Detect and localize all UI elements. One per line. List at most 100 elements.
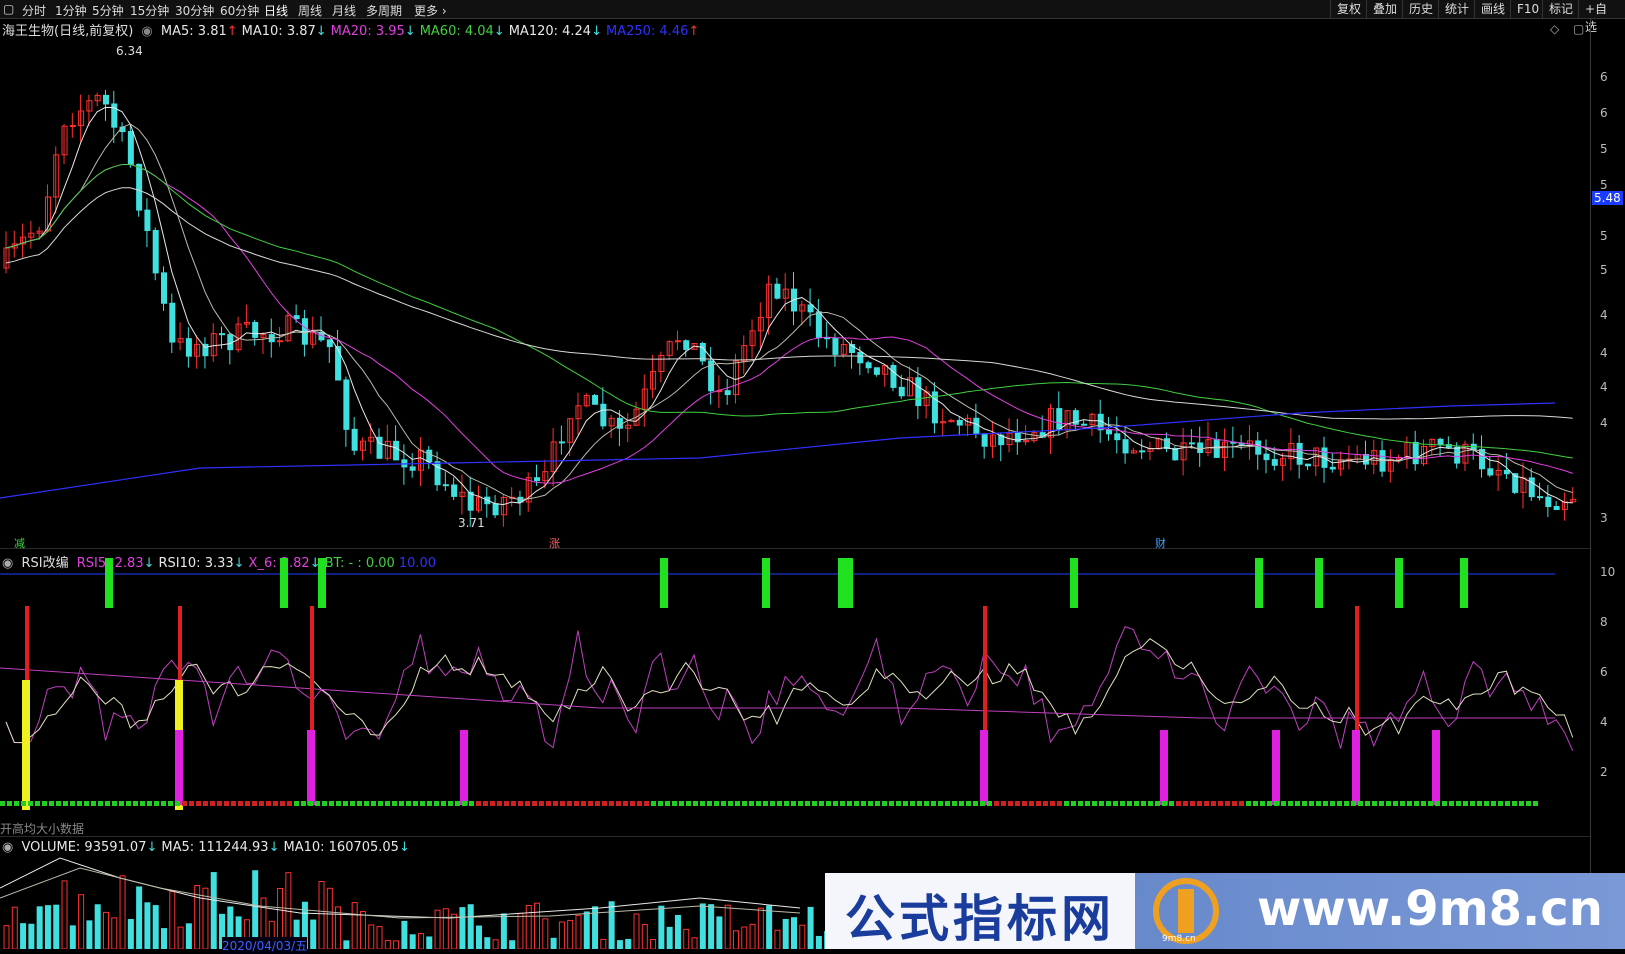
toolbar-menu-icon[interactable]: ▢: [3, 2, 14, 16]
volume-bar: [351, 902, 358, 949]
stats-button[interactable]: 统计: [1438, 0, 1475, 18]
fuquan-button[interactable]: 复权: [1330, 0, 1367, 18]
rsi-status-dot: [1512, 801, 1517, 806]
volume-bar: [343, 940, 350, 949]
rsi-status-dot: [1050, 801, 1055, 806]
rsi-status-dot: [826, 801, 831, 806]
volume-bar: [641, 924, 648, 949]
rsi-status-dot: [483, 801, 488, 806]
rsi-status-dot: [644, 801, 649, 806]
volume-bar: [575, 914, 582, 949]
volume-bar: [384, 939, 391, 949]
rsi-status-dot: [707, 801, 712, 806]
tab-fenshi[interactable]: 分时: [22, 2, 46, 19]
tab-30min[interactable]: 30分钟: [175, 2, 214, 19]
rsi-status-dot: [189, 801, 194, 806]
rsi-status-dot: [1099, 801, 1104, 806]
history-button[interactable]: 历史: [1402, 0, 1439, 18]
add-favorite-button[interactable]: +自选: [1578, 0, 1625, 34]
rsi-status-dot: [959, 801, 964, 806]
volume-bar: [210, 872, 217, 949]
rsi-status-dot: [917, 801, 922, 806]
rsi-status-dot: [1400, 801, 1405, 806]
rsi-green-signal: [1255, 558, 1263, 608]
candle-body: [600, 403, 607, 427]
volume-bar: [716, 916, 723, 949]
overlay-button[interactable]: 叠加: [1366, 0, 1403, 18]
rsi-status-dot: [1085, 801, 1090, 806]
rsi-magenta-signal: [307, 730, 315, 805]
rsi-status-dot: [1386, 801, 1391, 806]
volume-bar: [102, 911, 109, 949]
rsi-red-signal: [1355, 606, 1359, 736]
rsi-status-dot: [1302, 801, 1307, 806]
rsi-status-dot: [1078, 801, 1083, 806]
kline-chart[interactable]: [0, 18, 1590, 949]
volume-bar: [732, 930, 739, 949]
candle-body: [1537, 496, 1544, 499]
event-marker[interactable]: 财: [1155, 535, 1166, 551]
rsi-status-dot: [1113, 801, 1118, 806]
volume-bar: [782, 918, 789, 949]
candle-body: [127, 131, 134, 165]
rsi-status-dot: [819, 801, 824, 806]
rsi-status-dot: [1001, 801, 1006, 806]
period-toolbar: ▢ 分时 1分钟 5分钟 15分钟 30分钟 60分钟 日线 周线 月线 多周期…: [0, 0, 1625, 34]
rsi-status-dot: [322, 801, 327, 806]
candle-body: [28, 232, 35, 238]
rsi-status-dot: [182, 801, 187, 806]
rsi-magenta-signal: [980, 730, 988, 805]
tab-5min[interactable]: 5分钟: [92, 2, 124, 19]
volume-bar: [368, 924, 375, 949]
volume-bar: [815, 935, 822, 949]
volume-bar: [144, 902, 151, 949]
mark-button[interactable]: 标记: [1542, 0, 1579, 18]
rsi-status-dot: [882, 801, 887, 806]
candle-body: [326, 339, 333, 348]
tab-monthly[interactable]: 月线: [332, 2, 356, 19]
candle-body: [492, 503, 499, 516]
draw-line-button[interactable]: 画线: [1474, 0, 1511, 18]
rsi-status-dot: [49, 801, 54, 806]
f10-button[interactable]: F10: [1510, 0, 1545, 18]
tab-1min[interactable]: 1分钟: [55, 2, 87, 19]
volume-bar: [434, 909, 441, 949]
tab-15min[interactable]: 15分钟: [130, 2, 169, 19]
event-marker[interactable]: 涨: [549, 535, 560, 551]
rsi-status-dot: [98, 801, 103, 806]
candle-body: [815, 311, 822, 339]
watermark-url: www.9m8.cn: [1257, 881, 1603, 937]
rsi-status-dot: [1526, 801, 1531, 806]
rsi-status-dot: [462, 801, 467, 806]
rsi-status-dot: [1379, 801, 1384, 806]
rsi-status-dot: [1309, 801, 1314, 806]
tab-60min[interactable]: 60分钟: [220, 2, 259, 19]
rsi-status-dot: [616, 801, 621, 806]
tab-multi-period[interactable]: 多周期: [366, 2, 402, 19]
tab-more[interactable]: 更多 ›: [414, 2, 447, 19]
rsi-status-dot: [623, 801, 628, 806]
tab-daily[interactable]: 日线: [264, 2, 288, 19]
rsi-status-dot: [217, 801, 222, 806]
price-axis-tick: 5: [1600, 263, 1608, 277]
volume-bar: [691, 937, 698, 949]
rsi-status-dot: [658, 801, 663, 806]
rsi-status-dot: [280, 801, 285, 806]
rsi-status-dot: [1295, 801, 1300, 806]
price-axis-tick: 5: [1600, 178, 1608, 192]
rsi-status-dot: [1428, 801, 1433, 806]
candle-body: [152, 229, 159, 274]
event-marker[interactable]: 减: [14, 535, 25, 551]
rsi-status-dot: [574, 801, 579, 806]
rsi-status-dot: [924, 801, 929, 806]
rsi-status-dot: [1316, 801, 1321, 806]
tab-weekly[interactable]: 周线: [298, 2, 322, 19]
volume-bar: [666, 926, 673, 949]
price-axis-tick: 4: [1600, 416, 1608, 430]
rsi-status-dot: [1463, 801, 1468, 806]
rsi-status-dot: [560, 801, 565, 806]
volume-bar: [674, 914, 681, 949]
rsi-status-dot: [392, 801, 397, 806]
rsi-green-signal: [105, 558, 113, 608]
rsi-status-dot: [210, 801, 215, 806]
